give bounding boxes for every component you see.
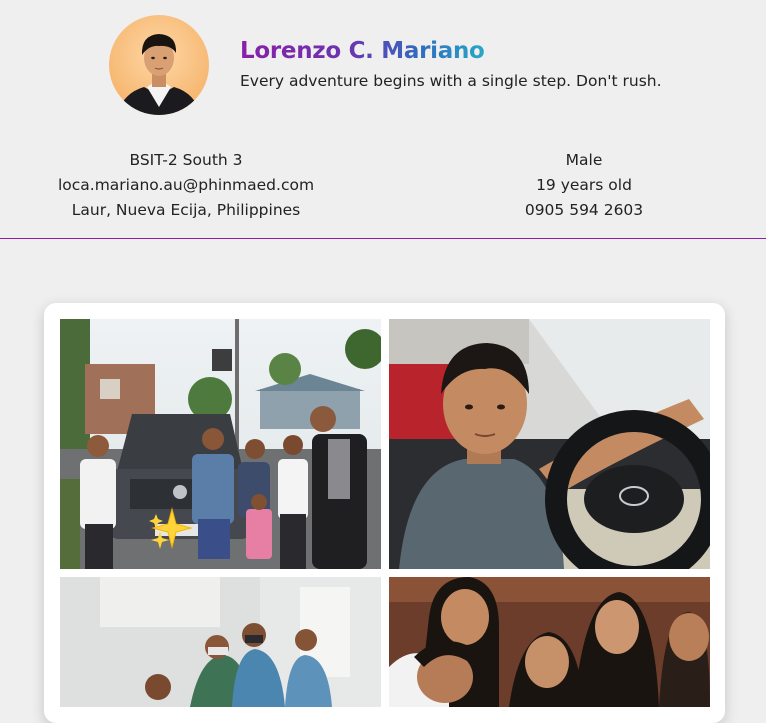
info-gender: Male xyxy=(565,151,603,169)
header-divider xyxy=(0,238,766,239)
info-left-column: BSIT-2 South 3 loca.mariano.au@phinmaed.… xyxy=(40,148,332,223)
gallery-photo-boy-steering-wheel[interactable] xyxy=(389,319,710,569)
info-right-column: Male 19 years old 0905 594 2603 xyxy=(484,148,684,223)
info-phone: 0905 594 2603 xyxy=(524,201,644,219)
profile-name: Lorenzo C. Mariano xyxy=(240,38,485,64)
profile-avatar xyxy=(109,15,209,115)
info-age: 19 years old xyxy=(536,176,632,194)
gallery-photo-family[interactable] xyxy=(60,319,381,569)
info-section: BSIT-2 South 3 xyxy=(129,151,243,169)
info-address: Laur, Nueva Ecija, Philippines xyxy=(71,201,301,219)
info-email: loca.mariano.au@phinmaed.com xyxy=(57,176,315,194)
profile-tagline: Every adventure begins with a single ste… xyxy=(240,72,662,90)
gallery-photo-group-selfie[interactable] xyxy=(389,577,710,707)
gallery-photo-classmates[interactable] xyxy=(60,577,381,707)
